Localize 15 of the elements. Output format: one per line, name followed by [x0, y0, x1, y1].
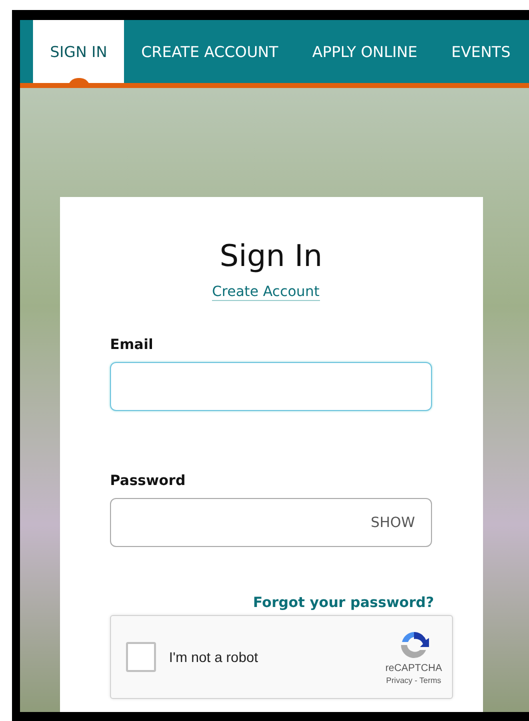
captcha-label: I'm not a robot — [169, 649, 260, 665]
create-account-link[interactable]: Create Account — [212, 284, 320, 301]
captcha-links[interactable]: Privacy - Terms — [386, 676, 442, 685]
captcha-brand: reCAPTCHA — [385, 663, 442, 674]
nav-tab[interactable]: EVENTS — [434, 20, 528, 83]
field-label: Password — [110, 473, 186, 489]
nav-tab[interactable]: APPLY ONLINE — [295, 20, 434, 83]
input-field[interactable]: SHOW — [110, 498, 432, 547]
forgot-password-link[interactable]: Forgot your password? — [253, 595, 434, 611]
nav-tab[interactable]: CREATE ACCOUNT — [124, 20, 296, 83]
show-password-button[interactable]: SHOW — [370, 514, 415, 530]
input-field[interactable] — [110, 362, 432, 411]
page-title: Sign In — [218, 239, 324, 274]
field-label: Email — [110, 337, 154, 353]
captcha-checkbox[interactable] — [126, 642, 156, 672]
